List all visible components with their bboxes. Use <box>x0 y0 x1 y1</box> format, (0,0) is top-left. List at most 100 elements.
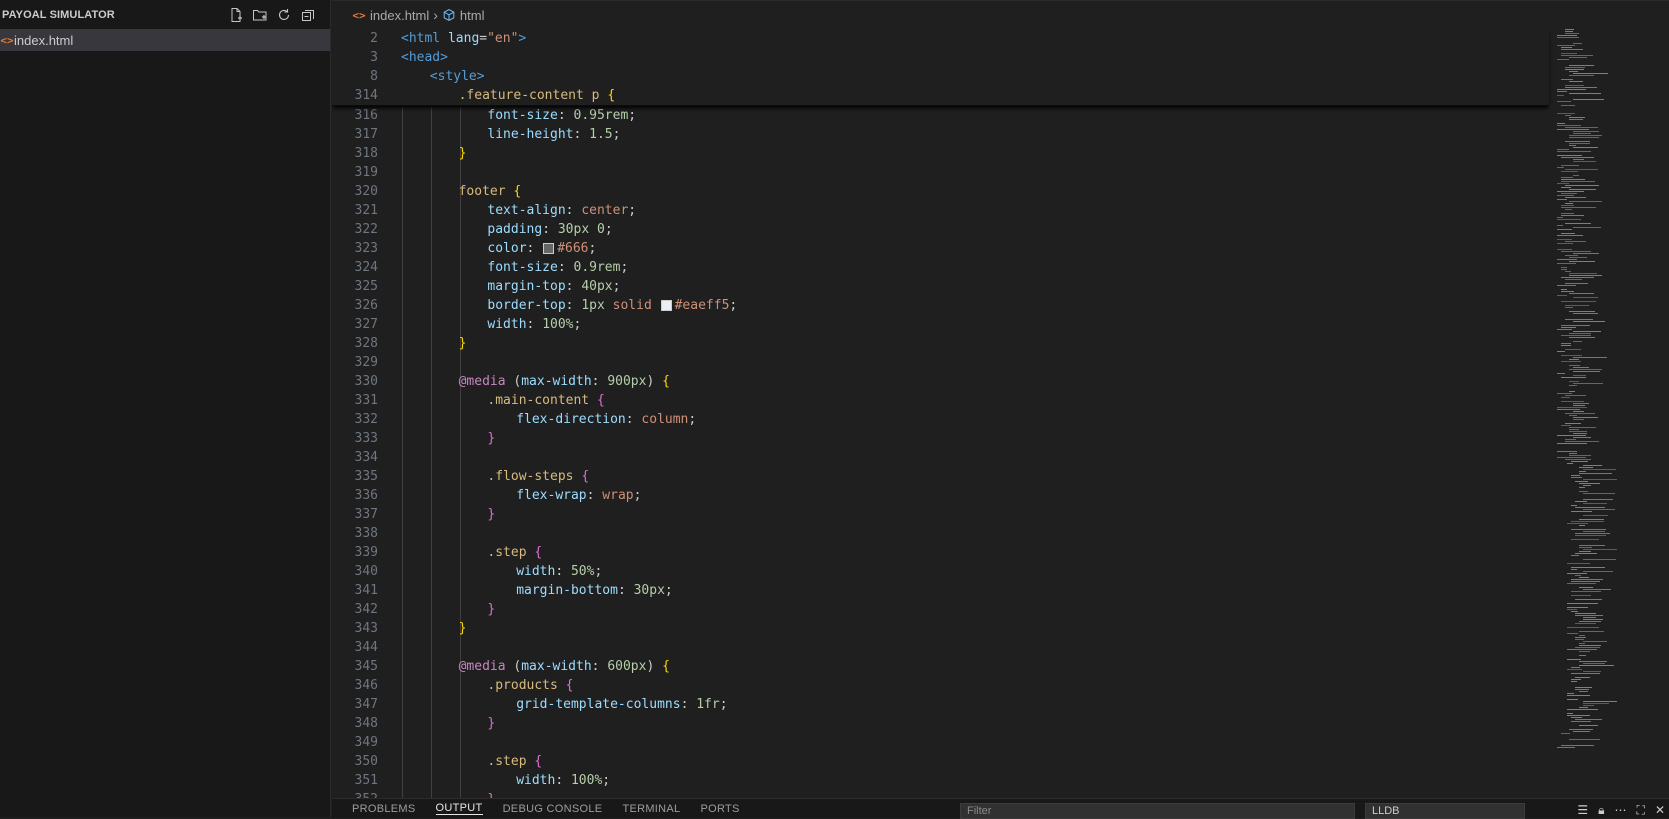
minimap-line <box>1557 239 1572 240</box>
minimap-line <box>1573 253 1599 254</box>
close-icon[interactable]: ✕ <box>1655 803 1665 818</box>
code-token: : <box>526 317 543 332</box>
tab-terminal[interactable]: TERMINAL <box>622 803 680 815</box>
minimap-line <box>1565 67 1585 68</box>
line-text: .step { <box>487 752 542 771</box>
code-token: : <box>565 279 582 294</box>
code-token: : <box>555 773 571 788</box>
minimap-line <box>1579 577 1589 578</box>
line-number: 326 <box>354 298 378 313</box>
code-token: text-align <box>487 203 566 218</box>
code-token: width <box>487 317 527 332</box>
sticky-scroll-header[interactable]: 2 <html lang="en"> 3 <head> 8 <style> 314 .feat… <box>332 29 1549 106</box>
color-swatch[interactable] <box>660 300 672 311</box>
minimap-line <box>1565 279 1582 280</box>
breadcrumb-symbol[interactable]: html <box>460 8 485 23</box>
code-token: font-size <box>487 108 558 123</box>
minimap-line <box>1557 89 1586 90</box>
minimap[interactable] <box>1549 29 1669 798</box>
minimap-line <box>1557 195 1574 196</box>
minimap-line <box>1557 35 1577 36</box>
minimap-line <box>1573 383 1603 384</box>
minimap-line <box>1561 79 1573 80</box>
minimap-line <box>1557 155 1582 156</box>
minimap-line <box>1561 361 1581 362</box>
minimap-line <box>1569 137 1599 138</box>
minimap-line <box>1569 257 1587 258</box>
line-text: .step { <box>487 543 542 562</box>
minimap-line <box>1571 595 1591 596</box>
file-item-index-html[interactable]: <> index.html <box>0 29 330 51</box>
minimap-line <box>1561 733 1570 734</box>
refresh-icon[interactable] <box>276 7 292 23</box>
minimap-line <box>1565 413 1595 414</box>
code-token: color <box>487 241 527 256</box>
code-token: : <box>555 564 571 579</box>
tab-debug-console[interactable]: DEBUG CONSOLE <box>503 803 603 815</box>
minimap-line <box>1567 693 1574 694</box>
minimap-line <box>1557 123 1565 124</box>
minimap-line <box>1557 373 1565 374</box>
line-text: flex-wrap: wrap; <box>516 486 641 505</box>
code-token: border-top <box>487 298 566 313</box>
line-text: } <box>459 334 467 353</box>
code-token: } <box>458 336 467 351</box>
minimap-line <box>1579 547 1592 548</box>
minimap-line <box>1557 151 1591 152</box>
code-token: : <box>591 374 608 389</box>
minimap-line <box>1557 435 1586 436</box>
minimap-line <box>1565 209 1572 210</box>
code-token: 1px <box>581 298 605 313</box>
tab-problems[interactable]: PROBLEMS <box>352 803 416 815</box>
list-icon[interactable]: ☰ <box>1577 803 1588 818</box>
code-editor[interactable]: 2 <html lang="en"> 3 <head> 8 <style> 314 .feat… <box>332 29 1669 798</box>
minimap-line <box>1567 609 1577 610</box>
code-token: font-size <box>487 260 558 275</box>
code-token: #666 <box>557 241 589 256</box>
line-text: width: 50%; <box>516 562 602 581</box>
minimap-line <box>1575 687 1592 688</box>
minimap-line <box>1557 149 1569 150</box>
collapse-all-icon[interactable] <box>300 7 316 23</box>
minimap-line <box>1557 199 1567 200</box>
tab-output[interactable]: OUTPUT <box>435 802 483 815</box>
minimap-line <box>1573 161 1596 162</box>
minimap-line <box>1557 101 1571 102</box>
tab-ports[interactable]: PORTS <box>700 803 739 815</box>
minimap-line <box>1579 645 1601 646</box>
line-number: 346 <box>354 678 378 693</box>
line-text: footer { <box>459 182 522 201</box>
minimap-line <box>1565 87 1597 88</box>
maximize-icon[interactable]: ⛶ <box>1637 803 1645 818</box>
minimap-line <box>1561 291 1574 292</box>
new-file-icon[interactable] <box>228 7 244 23</box>
minimap-line <box>1579 491 1588 492</box>
color-swatch[interactable] <box>543 243 555 254</box>
minimap-line <box>1573 357 1607 358</box>
code-token: .flow-steps <box>487 469 582 484</box>
more-icon[interactable]: ⋯ <box>1615 803 1627 818</box>
line-text: } <box>487 429 495 448</box>
minimap-line <box>1557 45 1575 46</box>
line-text: .main-content { <box>487 391 604 410</box>
minimap-line <box>1569 391 1575 392</box>
code-token: : <box>591 659 608 674</box>
minimap-line <box>1583 701 1617 702</box>
code-token: ; <box>633 488 642 503</box>
minimap-line <box>1565 241 1586 242</box>
line-text: @media (max-width: 600px) { <box>459 657 670 676</box>
minimap-line <box>1583 469 1616 470</box>
code-token: 50% <box>570 564 595 579</box>
code-token: : <box>542 222 558 237</box>
code-token: { <box>534 754 543 769</box>
code-token: width <box>516 773 556 788</box>
line-text: margin-top: 40px; <box>487 277 620 296</box>
minimap-line <box>1561 325 1590 326</box>
new-folder-icon[interactable] <box>252 7 268 23</box>
minimap-line <box>1561 207 1596 208</box>
minimap-line <box>1561 269 1567 270</box>
breadcrumb-file[interactable]: index.html <box>370 8 429 23</box>
lock-icon[interactable]: 🔒︎ <box>1598 803 1604 818</box>
explorer-sidebar: PAYOAL SIMULATOR <> index.html <box>0 0 331 817</box>
code-token: : <box>565 298 582 313</box>
